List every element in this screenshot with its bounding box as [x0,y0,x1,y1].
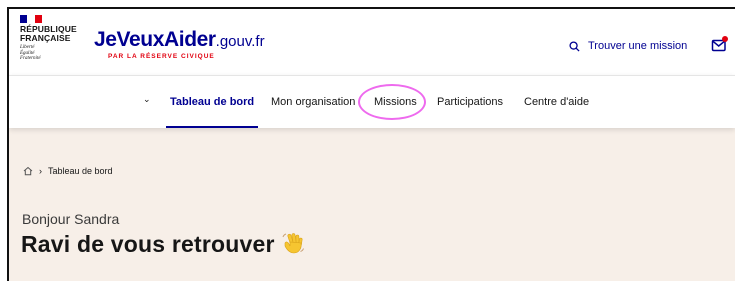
brand-name: JeVeuxAider [94,28,216,51]
main-nav: ⌄ Tableau de bord Mon organisation Missi… [9,75,735,128]
gov-motto: Liberté Égalité Fraternité [20,45,70,62]
missions-highlight-annotation [358,84,426,120]
nav-item-tableau-de-bord[interactable]: Tableau de bord [165,76,259,128]
chevron-right-icon: › [39,166,42,176]
app-window: RÉPUBLIQUE FRANÇAISE Liberté Égalité Fra… [7,7,735,281]
breadcrumb-current: Tableau de bord [48,166,113,176]
find-mission-link[interactable]: Trouver une mission [569,38,687,54]
french-flag-icon [20,15,42,23]
brand-domain: .gouv.fr [215,33,265,50]
brand-wordmark: JeVeuxAider.gouv.fr [94,28,265,52]
site-header: RÉPUBLIQUE FRANÇAISE Liberté Égalité Fra… [9,9,735,75]
find-mission-label: Trouver une mission [588,40,688,52]
gov-motto-3: Fraternité [20,56,41,62]
nav-item-mon-organisation[interactable]: Mon organisation [271,76,355,128]
page-title: Ravi de vous retrouver [21,231,305,258]
search-icon [569,40,580,52]
gov-name-line2: FRANÇAISE [20,33,71,43]
messages-button[interactable] [711,36,728,53]
page-title-text: Ravi de vous retrouver [21,231,275,257]
brand-tagline: PAR LA RÉSERVE CIVIQUE [108,53,215,60]
nav-item-centre-d-aide[interactable]: Centre d'aide [524,76,589,128]
waving-hand-icon [282,233,304,254]
greeting: Bonjour Sandra [22,211,120,227]
notification-dot [722,36,728,42]
gov-name: RÉPUBLIQUE FRANÇAISE [20,25,77,43]
dashboard-main: › Tableau de bord Bonjour Sandra Ravi de… [9,127,735,281]
home-icon[interactable] [23,166,33,176]
nav-item-participations[interactable]: Participations [437,76,503,128]
breadcrumb: › Tableau de bord [23,166,113,176]
chevron-down-icon[interactable]: ⌄ [143,94,151,105]
republique-francaise-logo[interactable]: RÉPUBLIQUE FRANÇAISE Liberté Égalité Fra… [20,15,77,62]
